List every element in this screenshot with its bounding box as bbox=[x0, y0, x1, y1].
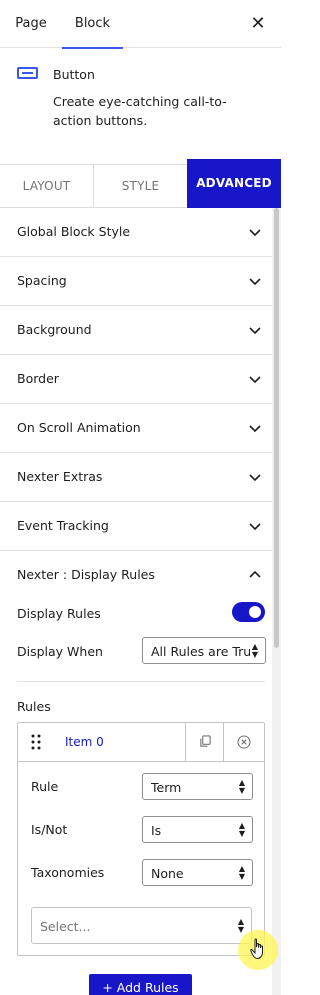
chevron-down-icon bbox=[249, 229, 261, 237]
select-arrows-icon: ▲ ▼ bbox=[249, 642, 258, 659]
terms-placeholder: Select... bbox=[40, 919, 91, 934]
rule-label: Rule bbox=[31, 779, 59, 794]
is-not-select[interactable]: Is ▲ ▼ bbox=[142, 816, 253, 843]
close-icon[interactable]: ✕ bbox=[247, 13, 269, 35]
select-arrows-icon: ▲ ▼ bbox=[238, 864, 245, 881]
display-when-label: Display When bbox=[17, 644, 103, 659]
chevron-up-icon bbox=[249, 570, 261, 578]
remove-button[interactable] bbox=[223, 723, 264, 762]
panel-title: Global Block Style bbox=[17, 224, 131, 239]
sidebar-header: Page Block ✕ bbox=[0, 0, 281, 49]
taxonomies-label: Taxonomies bbox=[31, 865, 105, 880]
chevron-down-icon bbox=[249, 376, 261, 384]
panel-border[interactable]: Border bbox=[0, 355, 272, 404]
settings-tabs: LAYOUT STYLE ADVANCED bbox=[0, 159, 281, 208]
panel-on-scroll-animation[interactable]: On Scroll Animation bbox=[0, 404, 272, 453]
chevron-down-icon bbox=[249, 474, 261, 482]
tab-page[interactable]: Page bbox=[0, 0, 62, 48]
rules-label: Rules bbox=[17, 699, 51, 714]
panel-title: Spacing bbox=[17, 273, 67, 288]
panel-title: Nexter : Display Rules bbox=[17, 567, 155, 582]
copy-icon bbox=[200, 735, 211, 747]
chevron-down-icon bbox=[249, 327, 261, 335]
chevron-down-icon bbox=[249, 523, 261, 531]
panel-title: Nexter Extras bbox=[17, 469, 103, 484]
repeater-item-title[interactable]: Item 0 bbox=[65, 735, 104, 749]
tab-advanced[interactable]: ADVANCED bbox=[187, 159, 281, 208]
is-not-value: Is bbox=[151, 823, 162, 838]
panel-title: On Scroll Animation bbox=[17, 420, 141, 435]
divider bbox=[17, 681, 265, 682]
repeater-item-header[interactable]: Item 0 bbox=[18, 723, 264, 762]
scrollbar[interactable] bbox=[272, 208, 281, 995]
panel-nexter-display-rules[interactable]: Nexter : Display Rules bbox=[0, 551, 272, 600]
terms-select[interactable]: Select... ▲ ▼ bbox=[31, 907, 252, 944]
tab-block[interactable]: Block bbox=[62, 0, 123, 49]
panel-title: Border bbox=[17, 371, 59, 386]
rule-select[interactable]: Term ▲ ▼ bbox=[142, 773, 253, 800]
hand-cursor-icon bbox=[250, 938, 263, 960]
select-arrows-icon: ▲ ▼ bbox=[238, 778, 245, 795]
panel-nexter-extras[interactable]: Nexter Extras bbox=[0, 453, 272, 502]
block-title: Button bbox=[53, 67, 95, 82]
display-rules-toggle[interactable] bbox=[232, 602, 265, 622]
add-rules-button[interactable]: + Add Rules bbox=[89, 974, 192, 995]
panel-background[interactable]: Background bbox=[0, 306, 272, 355]
rule-repeater-item: Item 0 Rule Term ▲ ▼ Is/Not Is ▲ ▼ Taxonom… bbox=[17, 722, 265, 956]
taxonomies-value: None bbox=[151, 866, 184, 881]
tab-layout[interactable]: LAYOUT bbox=[0, 165, 94, 208]
panel-global-block-style[interactable]: Global Block Style bbox=[0, 208, 272, 257]
display-when-select[interactable]: All Rules are True ▲ ▼ bbox=[142, 637, 266, 664]
block-description: Create eye-catching call-to-action butto… bbox=[53, 94, 227, 128]
copy-button[interactable] bbox=[185, 723, 223, 762]
select-arrows-icon: ▲ ▼ bbox=[237, 917, 244, 934]
taxonomies-select[interactable]: None ▲ ▼ bbox=[142, 859, 253, 886]
select-arrows-icon: ▲ ▼ bbox=[238, 821, 245, 838]
display-when-value: All Rules are True bbox=[151, 644, 259, 659]
panel-title: Background bbox=[17, 322, 92, 337]
remove-circle-icon bbox=[237, 735, 251, 749]
button-block-icon bbox=[17, 67, 38, 79]
tab-style[interactable]: STYLE bbox=[94, 165, 187, 208]
chevron-down-icon bbox=[249, 425, 261, 433]
is-not-label: Is/Not bbox=[31, 822, 68, 837]
panel-title: Event Tracking bbox=[17, 518, 109, 533]
panel-spacing[interactable]: Spacing bbox=[0, 257, 272, 306]
chevron-down-icon bbox=[249, 278, 261, 286]
rule-value: Term bbox=[151, 780, 182, 795]
display-rules-label: Display Rules bbox=[17, 606, 101, 621]
panel-event-tracking[interactable]: Event Tracking bbox=[0, 502, 272, 551]
drag-handle-icon[interactable] bbox=[30, 733, 42, 751]
scrollbar-thumb[interactable] bbox=[274, 208, 279, 648]
